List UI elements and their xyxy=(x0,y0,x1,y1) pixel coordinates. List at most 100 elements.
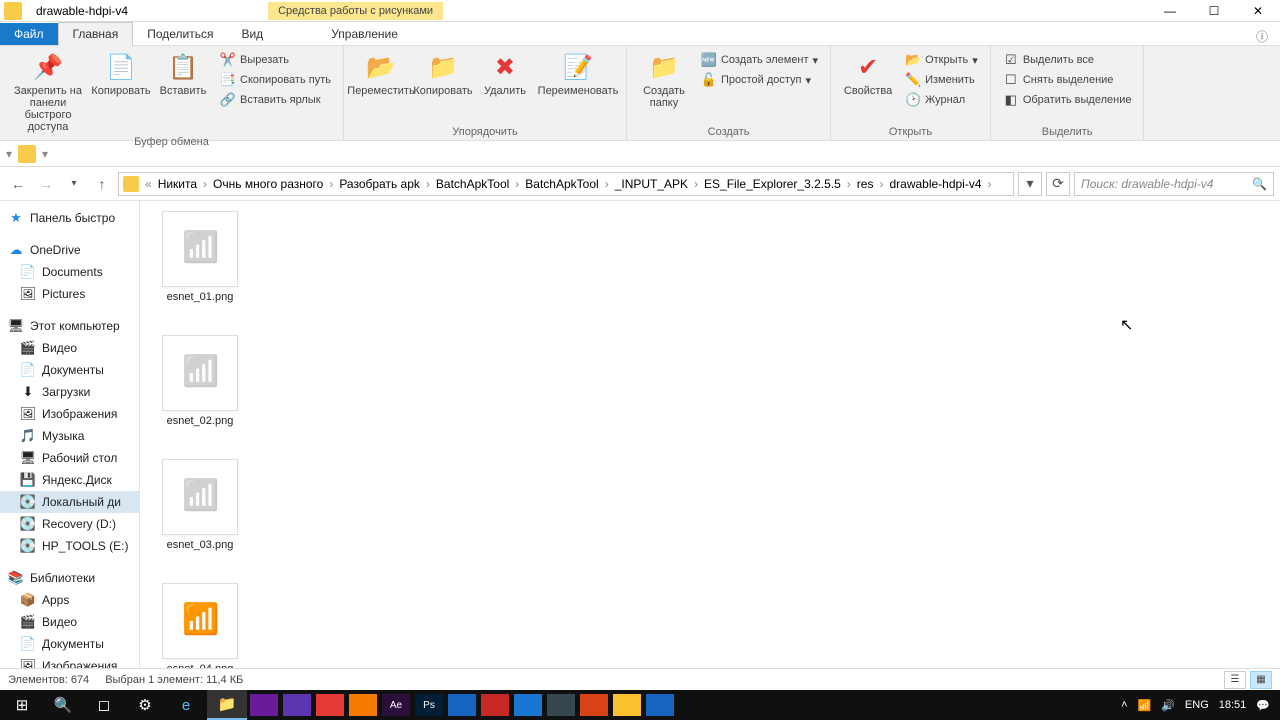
task-app6[interactable] xyxy=(481,694,509,716)
copy-path-button[interactable]: 📑Скопировать путь xyxy=(216,71,335,89)
tab-manage[interactable]: Управление xyxy=(317,23,412,45)
crumb[interactable]: ES_File_Explorer_3.2.5.5 xyxy=(700,177,845,191)
move-to-button[interactable]: 📂Переместить xyxy=(352,49,410,99)
nav-video[interactable]: 🎬Видео xyxy=(0,337,139,359)
file-tile[interactable]: esnet_02.png xyxy=(150,331,250,453)
file-tile[interactable]: esnet_01.png xyxy=(150,207,250,329)
copy-to-button[interactable]: 📁Копировать xyxy=(414,49,472,99)
nav-quick-access[interactable]: ★Панель быстро xyxy=(0,207,139,229)
nav-downloads[interactable]: ⬇Загрузки xyxy=(0,381,139,403)
tab-view[interactable]: Вид xyxy=(227,23,277,45)
refresh-button[interactable]: ⟳ xyxy=(1046,172,1070,196)
nav-local-disk[interactable]: 💽Локальный ди xyxy=(0,491,139,513)
folder-qat-icon[interactable] xyxy=(18,145,36,163)
nav-libraries[interactable]: 📚Библиотеки xyxy=(0,567,139,589)
task-app7[interactable] xyxy=(514,694,542,716)
easy-access-button[interactable]: 🔓Простой доступ ▾ xyxy=(697,71,822,89)
tab-home[interactable]: Главная xyxy=(58,22,134,46)
file-grid[interactable]: esnet_01.pngesnet_02.pngesnet_03.pngesne… xyxy=(140,201,1280,668)
nav-onedrive[interactable]: ☁OneDrive xyxy=(0,239,139,261)
nav-apps[interactable]: 📦Apps xyxy=(0,589,139,611)
nav-music[interactable]: 🎵Музыка xyxy=(0,425,139,447)
tray-notifications-icon[interactable]: 💬 xyxy=(1256,699,1270,712)
file-tile[interactable]: esnet_03.png xyxy=(150,455,250,577)
task-app1[interactable] xyxy=(250,694,278,716)
nav-video2[interactable]: 🎬Видео xyxy=(0,611,139,633)
crumb[interactable]: res xyxy=(853,177,878,191)
maximize-button[interactable]: ☐ xyxy=(1192,0,1236,22)
nav-pictures[interactable]: 🖼Pictures xyxy=(0,283,139,305)
details-view-button[interactable]: ☰ xyxy=(1224,671,1246,689)
task-app2[interactable] xyxy=(283,694,311,716)
close-button[interactable]: ✕ xyxy=(1236,0,1280,22)
nav-recent-button[interactable]: ▾ xyxy=(62,172,86,196)
nav-forward-button[interactable]: → xyxy=(34,172,58,196)
tray-wifi-icon[interactable]: 📶 xyxy=(1138,699,1152,712)
tray-lang[interactable]: ENG xyxy=(1185,699,1209,711)
nav-recovery[interactable]: 💽Recovery (D:) xyxy=(0,513,139,535)
crumb[interactable]: Разобрать apk xyxy=(335,177,424,191)
select-all-button[interactable]: ☑Выделить все xyxy=(999,51,1136,69)
ribbon-help[interactable]: ⓘ xyxy=(1244,28,1280,45)
new-item-button[interactable]: 🆕Создать элемент ▾ xyxy=(697,51,822,69)
crumb[interactable]: BatchApkTool xyxy=(521,177,602,191)
icons-view-button[interactable]: ▦ xyxy=(1250,671,1272,689)
minimize-button[interactable]: — xyxy=(1148,0,1192,22)
task-app4[interactable] xyxy=(349,694,377,716)
task-app11[interactable] xyxy=(646,694,674,716)
nav-hptools[interactable]: 💽HP_TOOLS (E:) xyxy=(0,535,139,557)
nav-this-pc[interactable]: 🖥Этот компьютер xyxy=(0,315,139,337)
tray-up-icon[interactable]: ˄ xyxy=(1121,699,1127,711)
delete-button[interactable]: ✖Удалить xyxy=(476,49,534,99)
history-button[interactable]: 🕑Журнал xyxy=(901,91,982,109)
nav-docs3[interactable]: 📄Документы xyxy=(0,633,139,655)
task-app10[interactable] xyxy=(613,694,641,716)
select-none-button[interactable]: ☐Снять выделение xyxy=(999,71,1136,89)
search-task-button[interactable]: 🔍 xyxy=(43,690,83,720)
crumb[interactable]: Никита xyxy=(154,177,201,191)
task-app5[interactable] xyxy=(448,694,476,716)
crumb[interactable]: _INPUT_APK xyxy=(611,177,692,191)
task-settings[interactable]: ⚙ xyxy=(125,690,165,720)
pin-quick-access-button[interactable]: 📌Закрепить на панели быстрого доступа xyxy=(8,49,88,135)
paste-shortcut-button[interactable]: 🔗Вставить ярлык xyxy=(216,91,335,109)
nav-documents[interactable]: 📄Documents xyxy=(0,261,139,283)
task-ae[interactable]: Ae xyxy=(382,694,410,716)
search-input[interactable]: Поиск: drawable-hdpi-v4 🔍 xyxy=(1074,172,1274,196)
nav-images2[interactable]: 🖼Изображения xyxy=(0,655,139,668)
start-button[interactable]: ⊞ xyxy=(2,690,42,720)
file-tile[interactable]: esnet_04.png xyxy=(150,579,250,668)
nav-up-button[interactable]: ↑ xyxy=(90,172,114,196)
taskview-button[interactable]: ◻ xyxy=(84,690,124,720)
rename-button[interactable]: 📝Переименовать xyxy=(538,49,618,99)
nav-back-button[interactable]: ← xyxy=(6,172,30,196)
tab-share[interactable]: Поделиться xyxy=(133,23,227,45)
crumb[interactable]: BatchApkTool xyxy=(432,177,513,191)
task-app3[interactable] xyxy=(316,694,344,716)
new-folder-button[interactable]: 📁Создать папку xyxy=(635,49,693,111)
invert-selection-button[interactable]: ◧Обратить выделение xyxy=(999,91,1136,109)
nav-images[interactable]: 🖼Изображения xyxy=(0,403,139,425)
tray-volume-icon[interactable]: 🔊 xyxy=(1161,699,1175,712)
addr-dropdown-button[interactable]: ▾ xyxy=(1018,172,1042,196)
nav-docs[interactable]: 📄Документы xyxy=(0,359,139,381)
qat-chevron2-icon[interactable]: ▾ xyxy=(42,147,48,161)
nav-yandex[interactable]: 💾Яндекс.Диск xyxy=(0,469,139,491)
system-tray[interactable]: ˄ 📶 🔊 ENG 18:51 💬 xyxy=(1121,699,1278,712)
task-explorer[interactable]: 📁 xyxy=(207,690,247,720)
crumb[interactable]: drawable-hdpi-v4 xyxy=(885,177,985,191)
copy-button[interactable]: 📄Копировать xyxy=(92,49,150,99)
edit-button[interactable]: ✏️Изменить xyxy=(901,71,982,89)
nav-desktop[interactable]: 🖥Рабочий стол xyxy=(0,447,139,469)
cut-button[interactable]: ✂️Вырезать xyxy=(216,51,335,69)
paste-button[interactable]: 📋Вставить xyxy=(154,49,212,99)
task-ps[interactable]: Ps xyxy=(415,694,443,716)
qat-chevron-icon[interactable]: ▾ xyxy=(6,147,12,161)
tray-clock[interactable]: 18:51 xyxy=(1219,699,1247,711)
breadcrumb[interactable]: « Никита›Очнь много разного›Разобрать ap… xyxy=(118,172,1014,196)
tab-file[interactable]: Файл xyxy=(0,23,58,45)
open-button[interactable]: 📂Открыть ▾ xyxy=(901,51,982,69)
crumb[interactable]: Очнь много разного xyxy=(209,177,327,191)
task-app8[interactable] xyxy=(547,694,575,716)
properties-button[interactable]: ✔Свойства xyxy=(839,49,897,99)
